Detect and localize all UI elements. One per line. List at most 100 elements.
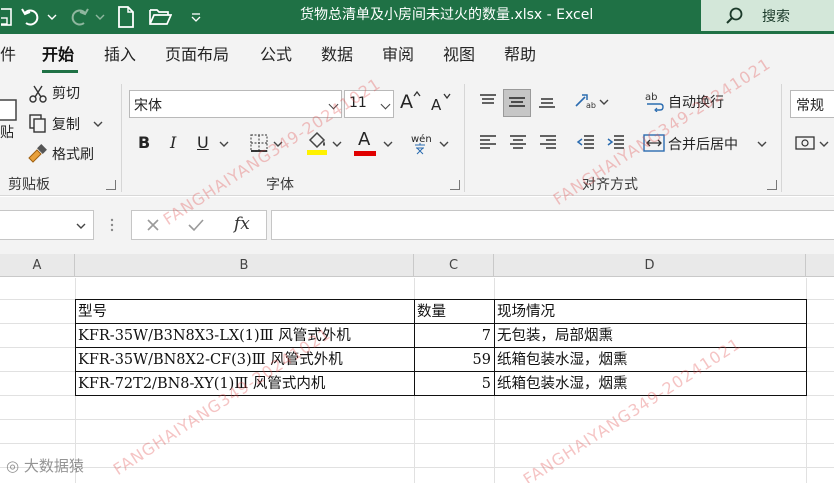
number-format-select[interactable]: 常规 xyxy=(790,90,834,118)
table-border xyxy=(75,347,807,348)
save-icon[interactable] xyxy=(0,4,14,30)
cell-b3[interactable]: KFR-35W/B3N8X3-LX(1)Ⅲ 风管式外机 xyxy=(78,325,412,347)
new-file-icon[interactable] xyxy=(114,4,138,30)
copy-dropdown-icon[interactable] xyxy=(92,118,104,130)
orientation-icon[interactable]: ab xyxy=(572,90,598,112)
cell-c5[interactable]: 5 xyxy=(415,373,494,395)
undo-dropdown-icon[interactable] xyxy=(45,4,59,30)
borders-dropdown-icon[interactable] xyxy=(272,138,284,150)
align-left-icon[interactable] xyxy=(476,132,500,154)
formula-bar-grip-icon xyxy=(106,216,118,234)
clipboard-launcher-icon[interactable] xyxy=(106,180,116,190)
alignment-launcher-icon[interactable] xyxy=(767,180,777,190)
column-header-a[interactable]: A xyxy=(0,254,75,277)
paste-label[interactable]: 贴 xyxy=(0,124,14,142)
wrap-text-icon[interactable]: ab xyxy=(644,90,666,112)
font-color-button[interactable]: A xyxy=(358,131,370,149)
bold-button[interactable]: B xyxy=(138,134,150,152)
font-color-swatch xyxy=(354,151,376,156)
copy-label[interactable]: 复制 xyxy=(52,116,80,134)
tab-view[interactable]: 视图 xyxy=(443,44,475,66)
format-painter-label[interactable]: 格式刷 xyxy=(52,146,94,164)
tab-page-layout[interactable]: 页面布局 xyxy=(165,44,229,66)
align-bottom-icon[interactable] xyxy=(535,90,559,112)
merge-dropdown-icon[interactable] xyxy=(756,138,768,150)
number-format-value: 常规 xyxy=(796,98,824,114)
phonetic-dropdown-icon[interactable] xyxy=(438,138,450,150)
tab-review[interactable]: 审阅 xyxy=(382,44,414,66)
tab-file[interactable]: 件 xyxy=(0,44,16,66)
enter-check-icon[interactable] xyxy=(188,218,204,232)
table-border xyxy=(75,299,807,300)
search-box[interactable]: 搜索 xyxy=(701,0,834,31)
font-name-select[interactable]: 宋体 xyxy=(129,90,342,118)
fill-color-icon[interactable] xyxy=(305,130,329,156)
cell-c3[interactable]: 7 xyxy=(415,325,494,347)
accounting-dropdown-icon[interactable] xyxy=(818,138,830,150)
align-top-icon[interactable] xyxy=(476,90,500,112)
cell-b2[interactable]: 型号 xyxy=(78,301,412,323)
tab-home[interactable]: 开始 xyxy=(42,44,74,66)
wrap-text-label[interactable]: 自动换行 xyxy=(668,94,724,112)
worksheet-grid[interactable]: 型号 数量 现场情况 KFR-35W/B3N8X3-LX(1)Ⅲ 风管式外机 7… xyxy=(0,278,834,483)
redo-icon[interactable] xyxy=(66,4,92,30)
align-center-icon[interactable] xyxy=(506,132,530,154)
name-box-dropdown-icon[interactable] xyxy=(76,222,86,230)
undo-icon[interactable] xyxy=(18,4,44,30)
cell-d2[interactable]: 现场情况 xyxy=(497,301,804,323)
cancel-icon[interactable] xyxy=(146,218,160,232)
shrink-arrow-icon xyxy=(443,92,451,100)
cell-d5[interactable]: 纸箱包装水湿，烟熏 xyxy=(497,373,804,395)
active-tab-indicator xyxy=(42,70,78,73)
column-header-d[interactable]: D xyxy=(494,254,806,277)
cell-d3[interactable]: 无包装，局部烟熏 xyxy=(497,325,804,347)
orientation-dropdown-icon[interactable] xyxy=(598,96,610,108)
tab-help[interactable]: 帮助 xyxy=(504,44,536,66)
column-header-b[interactable]: B xyxy=(75,254,414,277)
font-launcher-icon[interactable] xyxy=(450,180,460,190)
column-header-c[interactable]: C xyxy=(414,254,494,277)
italic-button[interactable]: I xyxy=(170,134,176,152)
cell-c4[interactable]: 59 xyxy=(415,349,494,371)
open-folder-icon[interactable] xyxy=(146,4,174,30)
cell-b5[interactable]: KFR-72T2/BN8-XY(1)Ⅲ 风管式内机 xyxy=(78,373,412,395)
table-border xyxy=(75,371,807,372)
tab-insert[interactable]: 插入 xyxy=(104,44,136,66)
accounting-format-icon[interactable] xyxy=(795,132,817,154)
fill-color-dropdown-icon[interactable] xyxy=(331,138,343,150)
format-painter-icon[interactable] xyxy=(26,144,48,164)
table-border xyxy=(75,323,807,324)
borders-icon[interactable] xyxy=(248,132,270,154)
table-border xyxy=(75,395,807,396)
formula-input[interactable] xyxy=(271,210,834,240)
name-box[interactable] xyxy=(0,210,94,240)
font-color-dropdown-icon[interactable] xyxy=(382,138,394,150)
underline-dropdown-icon[interactable] xyxy=(218,138,230,150)
font-name-value: 宋体 xyxy=(134,98,162,114)
grow-font-icon[interactable]: A xyxy=(400,93,413,112)
shrink-font-icon[interactable]: A xyxy=(431,96,441,114)
merge-center-icon[interactable] xyxy=(642,132,666,154)
tab-formulas[interactable]: 公式 xyxy=(260,44,292,66)
insert-function-button[interactable]: fx xyxy=(234,214,250,234)
customize-quick-access-icon[interactable] xyxy=(186,4,206,30)
paste-icon[interactable] xyxy=(0,98,18,122)
tab-data[interactable]: 数据 xyxy=(321,44,353,66)
merge-center-label[interactable]: 合并后居中 xyxy=(668,136,738,154)
redo-dropdown-icon[interactable] xyxy=(93,4,107,30)
underline-button[interactable]: U xyxy=(197,134,209,152)
cut-label[interactable]: 剪切 xyxy=(52,85,80,103)
align-right-icon[interactable] xyxy=(536,132,560,154)
row-gridline xyxy=(0,419,834,420)
cell-b4[interactable]: KFR-35W/BN8X2-CF(3)Ⅲ 风管式外机 xyxy=(78,349,412,371)
cell-c2[interactable]: 数量 xyxy=(417,301,492,323)
decrease-indent-icon[interactable] xyxy=(574,132,598,154)
align-middle-button[interactable] xyxy=(503,89,531,117)
increase-indent-icon[interactable] xyxy=(604,132,628,154)
cut-icon[interactable] xyxy=(28,84,48,104)
copy-icon[interactable] xyxy=(28,114,48,134)
column-headers: A B C D xyxy=(0,254,834,277)
search-label: 搜索 xyxy=(762,8,790,25)
cell-d4[interactable]: 纸箱包装水湿，烟熏 xyxy=(497,349,804,371)
font-size-select[interactable]: 11 xyxy=(344,90,394,118)
